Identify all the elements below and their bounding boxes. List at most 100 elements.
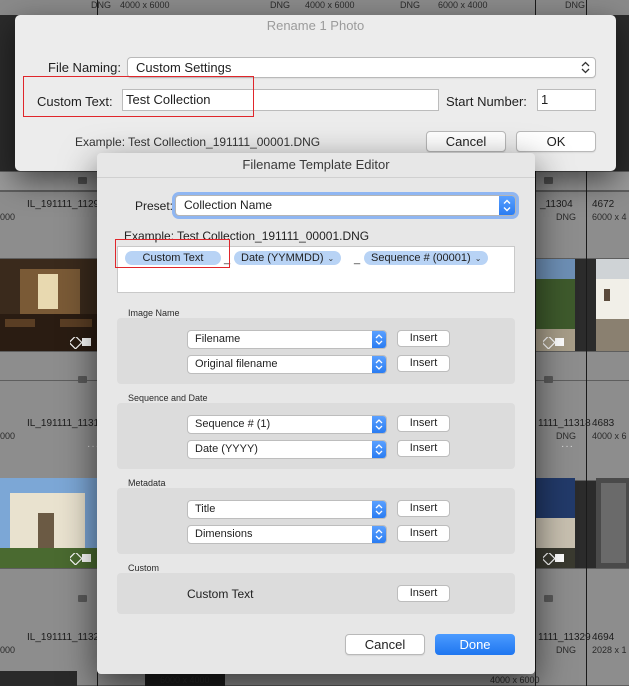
preset-label: Preset: — [135, 199, 174, 213]
chevron-updown-icon — [372, 356, 386, 373]
cancel-button[interactable]: Cancel — [426, 131, 506, 152]
file-naming-popup[interactable]: Custom Settings — [127, 57, 596, 78]
section-image-name: Image Name — [128, 308, 180, 318]
chevron-updown-icon — [372, 526, 386, 543]
start-number-field[interactable]: 1 — [537, 89, 596, 111]
grid-file-name: 1111_11318 — [538, 418, 591, 429]
select-value: Date (YYYY) — [195, 443, 258, 455]
chevron-updown-icon — [499, 196, 515, 215]
token-separator: _ — [354, 253, 361, 265]
file-naming-label: File Naming: — [48, 60, 121, 75]
chevron-updown-icon — [372, 331, 386, 348]
grid-flag-icon — [78, 595, 87, 602]
file-naming-value: Custom Settings — [136, 60, 232, 75]
grid-flag-icon — [544, 595, 553, 602]
preset-popup[interactable]: Collection Name — [175, 195, 516, 216]
grid-file-size: 000 — [0, 212, 16, 222]
token-sequence[interactable]: Sequence # (00001) ⌄ — [364, 251, 489, 265]
insert-button[interactable]: Insert — [397, 440, 450, 457]
metadata-group: Title Insert Dimensions Insert — [117, 488, 515, 554]
custom-text-row-label: Custom Text — [187, 587, 254, 601]
example-label: Example: — [75, 135, 126, 149]
grid-file-name: 1111_11329 — [538, 632, 591, 643]
chevron-updown-icon — [581, 61, 590, 74]
date-select[interactable]: Date (YYYY) — [187, 440, 387, 459]
grid-format-label: DNG — [400, 0, 420, 10]
grid-file-size: 6000 x 4 — [592, 212, 627, 222]
chevron-updown-icon — [372, 501, 386, 518]
editor-title: Filename Template Editor — [242, 157, 390, 172]
select-value: Title — [195, 503, 216, 515]
sequence-select[interactable]: Sequence # (1) — [187, 415, 387, 434]
select-value: Original filename — [195, 358, 278, 370]
section-sequence-date: Sequence and Date — [128, 393, 208, 403]
insert-button[interactable]: Insert — [397, 355, 450, 372]
grid-flag-icon — [544, 376, 553, 383]
grid-file-name: IL_191111_1131 — [27, 418, 100, 429]
grid-size-label: 6000 x 4000 — [438, 0, 488, 10]
image-name-group: Filename Insert Original filename Insert — [117, 318, 515, 384]
filename-template-editor: Filename Template Editor Preset: Collect… — [97, 153, 535, 674]
grid-file-size: 000 — [0, 431, 16, 441]
grid-size-label: 4000 x 6000 — [490, 675, 540, 685]
preset-value: Collection Name — [184, 198, 273, 212]
metadata-select-1[interactable]: Title — [187, 500, 387, 519]
keyword-tag-icon — [541, 335, 565, 350]
photo-thumbnail[interactable] — [596, 478, 629, 568]
title-divider — [97, 177, 535, 178]
metadata-select-2[interactable]: Dimensions — [187, 525, 387, 544]
select-value: Dimensions — [195, 528, 253, 540]
chevron-updown-icon — [372, 416, 386, 433]
select-value: Filename — [195, 333, 241, 345]
select-value: Sequence # (1) — [195, 418, 271, 430]
chevron-down-icon[interactable]: ⌄ — [475, 254, 482, 263]
insert-button[interactable]: Insert — [397, 585, 450, 602]
grid-file-number: 4683 — [592, 418, 615, 429]
grid-file-name: IL_191111_1129 — [27, 199, 100, 210]
ok-button[interactable]: OK — [516, 131, 596, 152]
dialog-title: Rename 1 Photo — [266, 18, 365, 33]
grid-flag-icon — [78, 177, 87, 184]
grid-format-label: DNG — [565, 0, 585, 10]
grid-size-label: 4000 x 6000 — [120, 0, 170, 10]
keyword-tag-icon — [68, 335, 92, 350]
keyword-tag-icon — [541, 551, 565, 566]
insert-button[interactable]: Insert — [397, 415, 450, 432]
keyword-tag-icon — [68, 551, 92, 566]
grid-file-name: _11304 — [540, 199, 573, 210]
start-number-label: Start Number: — [446, 94, 527, 109]
chevron-down-icon[interactable]: ⌄ — [328, 254, 335, 263]
section-metadata: Metadata — [128, 478, 166, 488]
grid-flag-icon — [78, 376, 87, 383]
grid-size-label: 4000 x 6000 — [305, 0, 355, 10]
highlight-box — [115, 239, 230, 268]
token-date[interactable]: Date (YYMMDD) ⌄ — [234, 251, 342, 265]
more-dots-icon: ··· — [561, 441, 574, 452]
grid-file-name: IL_191111_1132 — [27, 632, 100, 643]
grid-file-format: DNG — [556, 212, 576, 222]
grid-format-label: DNG — [270, 0, 290, 10]
grid-file-size: 000 — [0, 645, 16, 655]
highlight-box — [23, 76, 254, 117]
grid-file-size: 2028 x 1 — [592, 645, 627, 655]
insert-button[interactable]: Insert — [397, 525, 450, 542]
grid-file-format: DNG — [556, 645, 576, 655]
section-custom: Custom — [128, 563, 160, 573]
cancel-button[interactable]: Cancel — [345, 634, 425, 655]
grid-size-label: 6000 x 4000 — [160, 675, 210, 685]
grid-format-label: DNG — [91, 0, 111, 10]
insert-button[interactable]: Insert — [397, 500, 450, 517]
token-label: Date (YYMMDD) — [241, 252, 324, 264]
image-name-select-2[interactable]: Original filename — [187, 355, 387, 374]
grid-flag-icon — [544, 177, 553, 184]
custom-group: Custom Text Insert — [117, 573, 515, 614]
image-name-select-1[interactable]: Filename — [187, 330, 387, 349]
done-button[interactable]: Done — [435, 634, 515, 655]
grid-file-size: 4000 x 6 — [592, 431, 627, 441]
grid-file-format: DNG — [556, 431, 576, 441]
insert-button[interactable]: Insert — [397, 330, 450, 347]
photo-thumbnail[interactable] — [0, 671, 77, 686]
photo-thumbnail[interactable] — [596, 259, 629, 351]
token-label: Sequence # (00001) — [371, 252, 471, 264]
example-value: Test Collection_191111_00001.DNG — [128, 135, 321, 149]
